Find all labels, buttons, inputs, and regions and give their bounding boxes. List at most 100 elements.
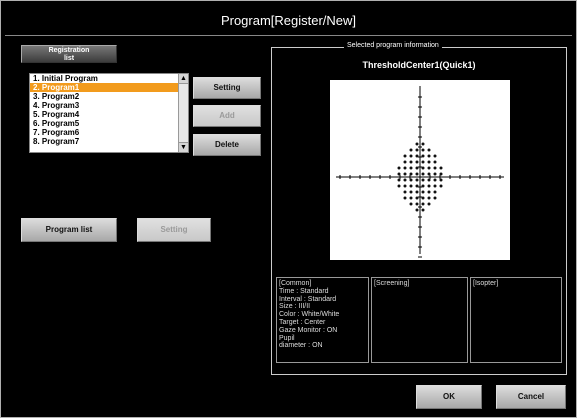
test-point [421, 184, 425, 188]
test-point [415, 196, 419, 200]
test-point [397, 166, 401, 170]
main-area: Registration list 1. Initial Program 2. P… [9, 41, 570, 411]
test-point [439, 184, 443, 188]
test-point [409, 148, 413, 152]
test-point [421, 172, 425, 176]
window-title: Program[Register/New] [220, 13, 357, 28]
test-point [427, 196, 431, 200]
test-point [427, 154, 431, 158]
test-point [403, 196, 407, 200]
screening-panel: [Screening] [371, 277, 468, 363]
title-bar: Program[Register/New] [5, 5, 572, 36]
test-point [409, 154, 413, 158]
program-list-item[interactable]: 3. Program2 [30, 92, 188, 101]
test-point [433, 160, 437, 164]
test-point [409, 196, 413, 200]
test-point [409, 172, 413, 176]
program-listbox[interactable]: 1. Initial Program 2. Program1 3. Program2… [29, 73, 189, 153]
program-register-window: Program[Register/New] Registration list … [0, 0, 577, 418]
test-point [415, 142, 419, 146]
test-point [433, 154, 437, 158]
test-point [415, 160, 419, 164]
test-point [403, 178, 407, 182]
test-point [421, 202, 425, 206]
test-point [427, 202, 431, 206]
program-list-items: 1. Initial Program 2. Program1 3. Program2… [30, 74, 188, 146]
test-point [403, 184, 407, 188]
test-point [403, 160, 407, 164]
test-point [421, 190, 425, 194]
test-point [439, 172, 443, 176]
program-list-button[interactable]: Program list [21, 218, 117, 242]
test-point [427, 166, 431, 170]
program-list-item[interactable]: 8. Program7 [30, 137, 188, 146]
test-point [421, 160, 425, 164]
program-list-item[interactable]: 1. Initial Program [30, 74, 188, 83]
test-point [397, 178, 401, 182]
common-panel: [Common] Time : Standard Interval : Stan… [276, 277, 369, 363]
ok-button[interactable]: OK [416, 385, 482, 409]
scroll-up-icon[interactable]: ▲ [179, 74, 188, 84]
list-scrollbar[interactable]: ▲ ▼ [178, 74, 188, 152]
test-point [415, 202, 419, 206]
test-point [433, 196, 437, 200]
test-point [421, 166, 425, 170]
test-point [415, 208, 419, 212]
test-point [403, 166, 407, 170]
cancel-button[interactable]: Cancel [496, 385, 566, 409]
scroll-down-icon[interactable]: ▼ [179, 142, 188, 152]
info-legend: Selected program information [344, 42, 442, 49]
test-point [415, 178, 419, 182]
test-point [433, 178, 437, 182]
test-point [433, 172, 437, 176]
selected-program-info: Selected program information ThresholdCe… [271, 42, 567, 375]
program-list-item[interactable]: 5. Program4 [30, 110, 188, 119]
test-point [421, 148, 425, 152]
test-point [415, 184, 419, 188]
test-point [427, 184, 431, 188]
test-point [427, 190, 431, 194]
test-point [427, 178, 431, 182]
test-point [439, 166, 443, 170]
setting-button[interactable]: Setting [193, 77, 261, 99]
program-list-item[interactable]: 6. Program5 [30, 119, 188, 128]
test-point [433, 166, 437, 170]
program-name: ThresholdCenter1(Quick1) [362, 60, 476, 70]
test-point [421, 196, 425, 200]
test-point [427, 148, 431, 152]
test-point [421, 154, 425, 158]
test-point [403, 172, 407, 176]
test-point [421, 208, 425, 212]
test-point [403, 190, 407, 194]
test-point [409, 178, 413, 182]
program-list-item[interactable]: 7. Program6 [30, 128, 188, 137]
test-point [397, 184, 401, 188]
test-point [409, 166, 413, 170]
test-point [415, 148, 419, 152]
test-point [409, 160, 413, 164]
registration-list-button[interactable]: Registration list [21, 45, 117, 63]
test-point [415, 154, 419, 158]
test-point [403, 154, 407, 158]
test-point [409, 202, 413, 206]
add-button[interactable]: Add [193, 105, 261, 127]
test-point [415, 190, 419, 194]
setting-button-2[interactable]: Setting [137, 218, 211, 242]
test-point [397, 172, 401, 176]
test-point [421, 142, 425, 146]
isopter-panel: [Isopter] [470, 277, 562, 363]
test-point [433, 190, 437, 194]
program-list-item[interactable]: 4. Program3 [30, 101, 188, 110]
test-point [421, 178, 425, 182]
test-point [415, 166, 419, 170]
test-pattern-svg [336, 86, 504, 258]
test-point [409, 184, 413, 188]
test-point [427, 160, 431, 164]
test-pattern-plot [330, 80, 510, 260]
test-point [433, 184, 437, 188]
delete-button[interactable]: Delete [193, 134, 261, 156]
program-list-item[interactable]: 2. Program1 [30, 83, 188, 92]
test-point [409, 190, 413, 194]
test-point [427, 172, 431, 176]
test-point [415, 172, 419, 176]
